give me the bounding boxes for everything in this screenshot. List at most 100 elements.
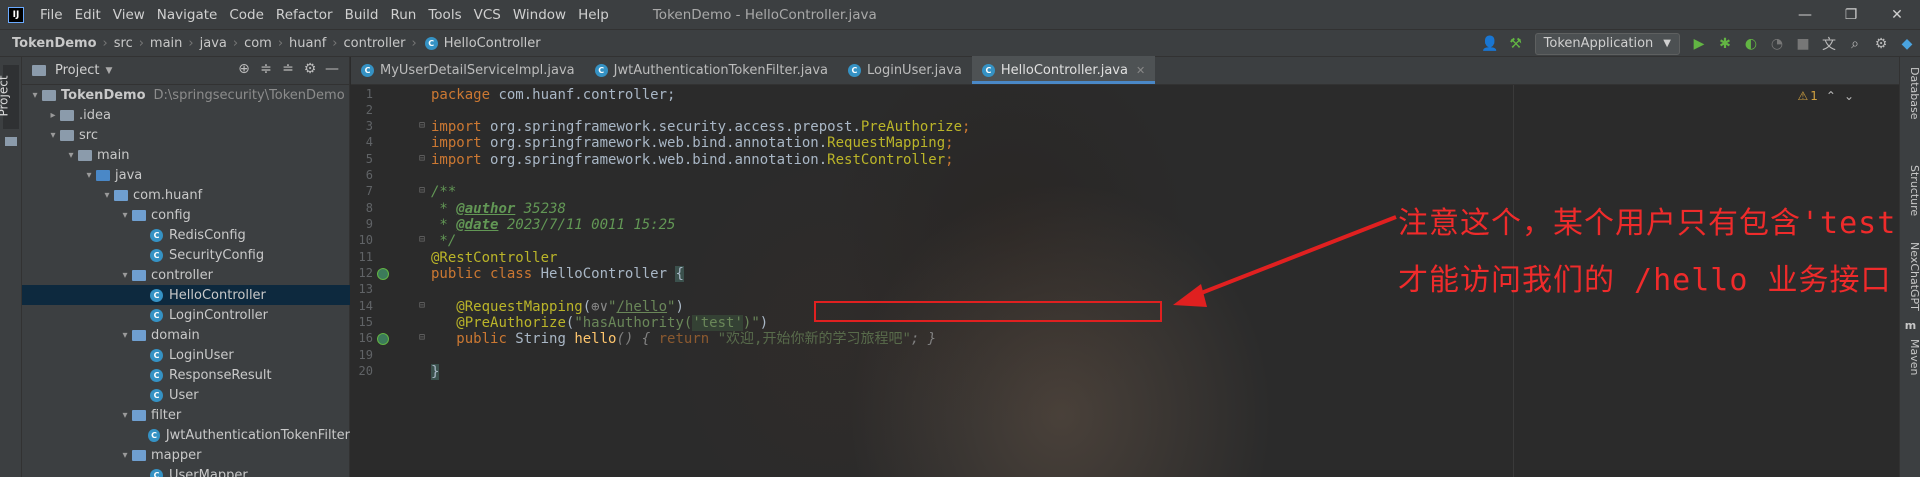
gear-icon[interactable]: ⚙ [299, 61, 321, 77]
project-tool-tab[interactable]: Project [0, 65, 19, 129]
tree-item-label: LoginUser [169, 347, 234, 363]
tree-item-label: UserMapper [169, 467, 248, 477]
tree-item[interactable]: C LoginUser [22, 345, 350, 365]
tree-item[interactable]: C HelloController [22, 285, 350, 305]
tree-item[interactable]: ▾ domain [22, 325, 350, 345]
folder-icon [96, 169, 110, 181]
menu-run[interactable]: Run [384, 7, 422, 23]
editor-tab-label: LoginUser.java [866, 62, 962, 78]
expand-arrow-icon[interactable]: ▾ [118, 450, 132, 461]
tree-item[interactable]: C JwtAuthenticationTokenFilter [22, 425, 350, 445]
chevron-up-icon[interactable]: ⌃ [1826, 89, 1836, 103]
tree-item[interactable]: ▾ config [22, 205, 350, 225]
run-configuration-select[interactable]: TokenApplication ▼ [1534, 32, 1680, 55]
breadcrumb-item[interactable]: HelloController [444, 36, 541, 51]
tree-item[interactable]: ▾ com.huanf [22, 185, 350, 205]
maven-tool-tab[interactable]: Maven [1900, 339, 1920, 375]
menu-file[interactable]: File [34, 7, 69, 23]
expand-arrow-icon[interactable]: ▾ [100, 190, 114, 201]
toolbar-right: 👤 ⚒ TokenApplication ▼ ▶ ✱ ◐ ◔ ■ 文 ⌕ ⚙ ◆ [1477, 30, 1920, 57]
build-hammer-icon[interactable]: ⚒ [1505, 33, 1527, 55]
tree-item[interactable]: ▾ mapper [22, 445, 350, 465]
project-panel-title[interactable]: Project [55, 63, 99, 78]
database-tool-tab[interactable]: Database [1900, 67, 1920, 120]
tree-item[interactable]: C RedisConfig [22, 225, 350, 245]
settings-gear-icon[interactable]: ⚙ [1870, 33, 1892, 55]
run-icon[interactable]: ▶ [1688, 33, 1710, 55]
nexchatgpt-tool-tab[interactable]: NexChatGPT [1900, 242, 1920, 311]
search-icon[interactable]: ⌕ [1844, 33, 1866, 55]
debug-icon[interactable]: ✱ [1714, 33, 1736, 55]
expand-arrow-icon[interactable]: ▾ [118, 410, 132, 421]
expand-all-icon[interactable]: ≑ [255, 61, 277, 77]
tree-item[interactable]: C SecurityConfig [22, 245, 350, 265]
breadcrumb-item[interactable]: src [114, 36, 133, 51]
menu-window[interactable]: Window [507, 7, 572, 23]
hide-icon[interactable]: — [321, 61, 343, 77]
breadcrumb-item[interactable]: TokenDemo [12, 36, 97, 51]
folder-icon [60, 109, 74, 121]
editor-tab[interactable]: C JwtAuthenticationTokenFilter.java [585, 56, 838, 84]
tree-item[interactable]: C LoginController [22, 305, 350, 325]
tree-item[interactable]: ▾ TokenDemo D:\springsecurity\TokenDemo [22, 85, 350, 105]
stop-icon[interactable]: ■ [1792, 33, 1814, 55]
structure-tool-tab[interactable]: Structure [1900, 165, 1920, 216]
chevron-down-icon[interactable]: ▼ [105, 66, 112, 76]
close-tab-icon[interactable]: ✕ [1136, 64, 1145, 77]
menu-navigate[interactable]: Navigate [151, 7, 224, 23]
project-panel-tools: ⊕ ≑ ≐ ⚙ — [233, 61, 343, 77]
editor-tab[interactable]: C HelloController.java ✕ [971, 56, 1156, 84]
tree-item[interactable]: ▾ java [22, 165, 350, 185]
menu-code[interactable]: Code [223, 7, 270, 23]
tree-item[interactable]: ▾ main [22, 145, 350, 165]
package-icon [132, 209, 146, 221]
tree-item[interactable]: ▾ controller [22, 265, 350, 285]
menu-vcs[interactable]: VCS [468, 7, 507, 23]
restore-icon[interactable]: ❐ [1828, 0, 1874, 29]
minimize-icon[interactable]: — [1782, 0, 1828, 29]
tree-item[interactable]: ▾ src [22, 125, 350, 145]
menu-build[interactable]: Build [339, 7, 385, 23]
close-icon[interactable]: ✕ [1874, 0, 1920, 29]
expand-arrow-icon[interactable]: ▾ [82, 170, 96, 181]
breadcrumb-item[interactable]: controller [344, 36, 406, 51]
locate-icon[interactable]: ⊕ [233, 61, 255, 77]
menu-refactor[interactable]: Refactor [270, 7, 339, 23]
menu-help[interactable]: Help [572, 7, 615, 23]
inspection-widget[interactable]: ⚠ 1 ⌃ ⌄ [1797, 89, 1854, 103]
menu-view[interactable]: View [107, 7, 151, 23]
chevron-down-icon[interactable]: ⌄ [1844, 89, 1854, 103]
tree-item[interactable]: C ResponseResult [22, 365, 350, 385]
breadcrumb-item[interactable]: java [200, 36, 227, 51]
class-icon: C [150, 228, 163, 242]
breadcrumb-item[interactable]: com [244, 36, 272, 51]
expand-arrow-icon[interactable]: ▾ [118, 330, 132, 341]
breadcrumb-item[interactable]: huanf [289, 36, 326, 51]
expand-arrow-icon[interactable]: ▾ [118, 270, 132, 281]
toolbox-icon[interactable]: ◆ [1896, 33, 1918, 55]
collapse-arrow-icon[interactable]: ▸ [46, 110, 60, 121]
code-editor[interactable]: 1 2 3 4 5 6 7 8 9 10 11 12 13 14 15 16 19 20 ⊟ ⊟ ⊟ ⊟ ⊟ ⊟ packag… [351, 85, 1900, 477]
tree-item[interactable]: ▸ .idea [22, 105, 350, 125]
editor-tab[interactable]: C LoginUser.java [838, 56, 972, 84]
menu-edit[interactable]: Edit [69, 7, 107, 23]
expand-arrow-icon[interactable]: ▾ [28, 90, 42, 101]
expand-arrow-icon[interactable]: ▾ [64, 150, 78, 161]
editor-tab-bar: C MyUserDetailServiceImpl.java C JwtAuthent… [351, 56, 1900, 85]
collapse-all-icon[interactable]: ≐ [277, 61, 299, 77]
tree-item-label: RedisConfig [169, 227, 246, 243]
expand-arrow-icon[interactable]: ▾ [46, 130, 60, 141]
breadcrumb-item[interactable]: main [150, 36, 182, 51]
expand-arrow-icon[interactable]: ▾ [118, 210, 132, 221]
class-icon: C [150, 288, 163, 302]
menu-tools[interactable]: Tools [422, 7, 467, 23]
user-icon[interactable]: 👤 [1479, 33, 1501, 55]
tree-item[interactable]: C User [22, 385, 350, 405]
tree-item[interactable]: ▾ filter [22, 405, 350, 425]
editor-tab[interactable]: C MyUserDetailServiceImpl.java [351, 56, 585, 84]
tree-item[interactable]: C UserMapper [22, 465, 350, 477]
profile-icon[interactable]: ◔ [1766, 33, 1788, 55]
coverage-icon[interactable]: ◐ [1740, 33, 1762, 55]
translate-icon[interactable]: 文 [1818, 33, 1840, 55]
window-controls: — ❐ ✕ [1782, 0, 1920, 29]
